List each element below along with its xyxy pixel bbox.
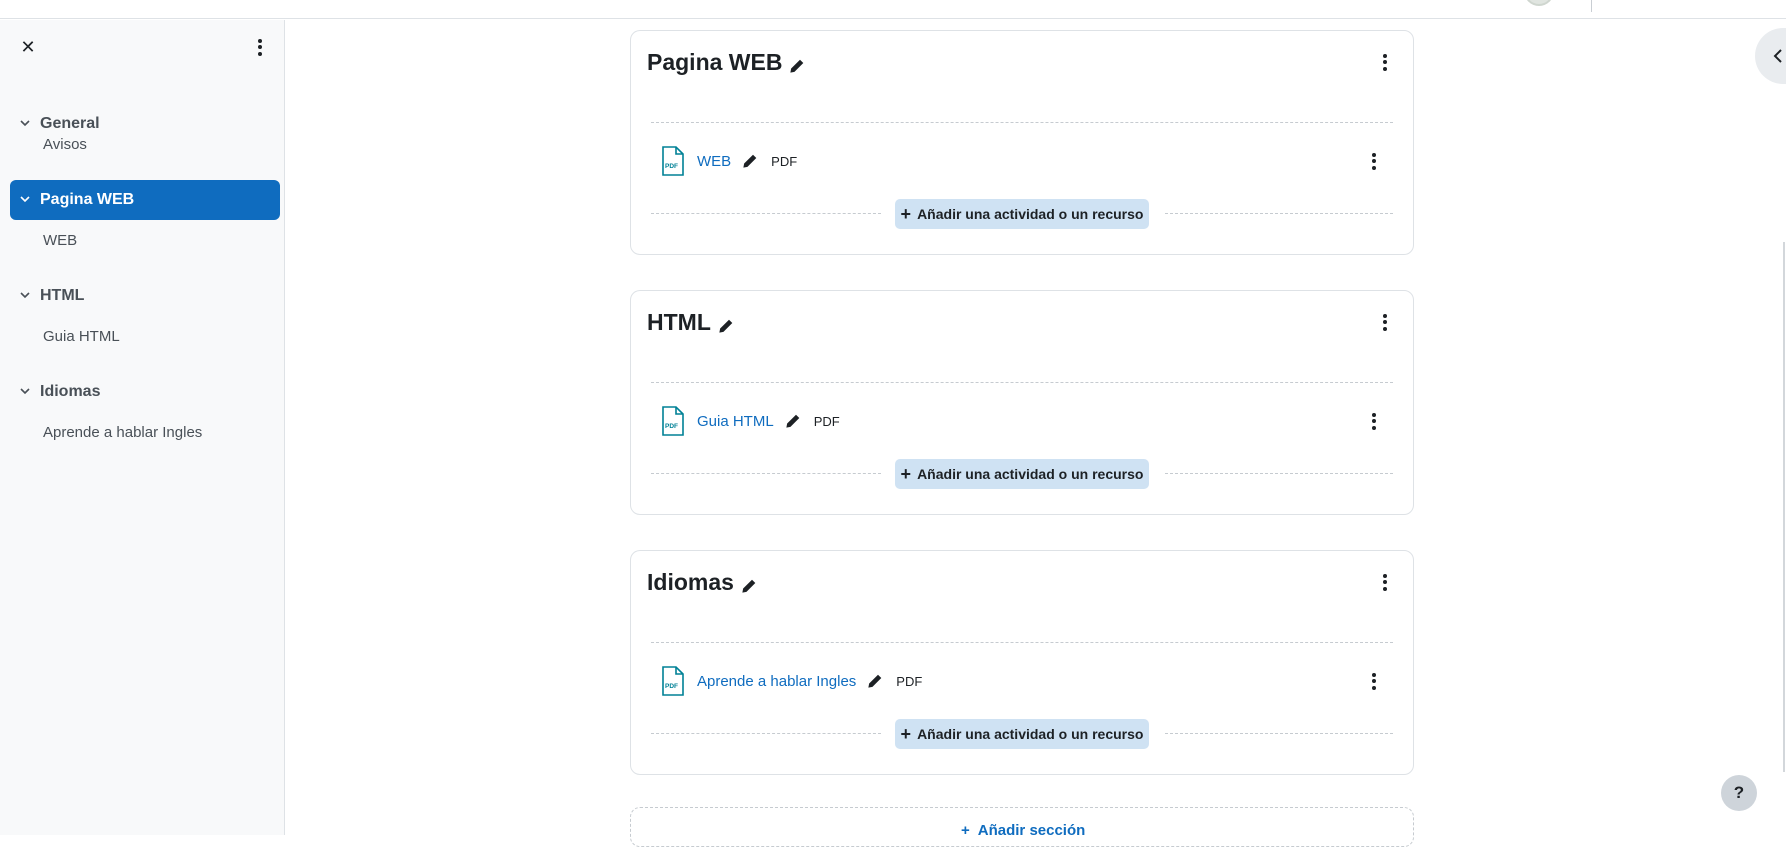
section-title-text: HTML [647, 309, 711, 335]
section-options-button[interactable] [1375, 571, 1395, 593]
edit-pencil-icon[interactable] [866, 672, 884, 690]
activity-link[interactable]: Guia HTML [697, 413, 774, 430]
section-divider [651, 642, 1393, 643]
pdf-file-icon: PDF [662, 146, 684, 176]
pdf-file-icon: PDF [662, 666, 684, 696]
section-title-text: Idiomas [647, 569, 734, 595]
top-navbar [0, 0, 1786, 19]
chevron-left-icon [1773, 49, 1782, 63]
course-item-aprende-ingles[interactable]: Aprende a hablar Ingles [43, 424, 202, 441]
course-item-web[interactable]: WEB [43, 232, 77, 249]
course-item-avisos[interactable]: Avisos [43, 136, 87, 153]
section-divider [651, 382, 1393, 383]
section-card-html: HTML PDF Guia HTML PDF + Añadir una acti… [630, 290, 1414, 515]
activity-link[interactable]: WEB [697, 153, 731, 170]
add-activity-label: Añadir una actividad o un recurso [917, 206, 1144, 222]
course-index-drawer: ✕ General Avisos Pagina WEB WEB HTML Gui… [0, 20, 285, 835]
course-section-label: HTML [40, 287, 85, 304]
activity-row: PDF Aprende a hablar Ingles PDF [661, 665, 922, 697]
course-section-idiomas[interactable]: Idiomas [10, 372, 280, 412]
course-section-label: Idiomas [40, 383, 101, 400]
activity-link[interactable]: Aprende a hablar Ingles [697, 673, 856, 690]
activity-type-label: PDF [771, 153, 798, 169]
add-divider-left [651, 213, 881, 214]
section-title: Pagina WEB [647, 49, 806, 76]
activity-type-label: PDF [896, 673, 923, 689]
course-item-guia-html[interactable]: Guia HTML [43, 328, 120, 345]
add-divider-right [1165, 473, 1393, 474]
navbar-divider [1591, 0, 1592, 12]
plus-icon: + [900, 724, 912, 744]
add-section-button[interactable]: + Añadir sección [630, 807, 1414, 847]
section-card-pagina-web: Pagina WEB PDF WEB PDF + Añadir una acti… [630, 30, 1414, 255]
section-divider [651, 122, 1393, 123]
edit-pencil-icon[interactable] [788, 54, 806, 73]
add-activity-label: Añadir una actividad o un recurso [917, 726, 1144, 742]
chevron-down-icon [10, 385, 40, 400]
chevron-down-icon [10, 117, 40, 132]
chevron-down-icon [10, 289, 40, 304]
add-activity-button[interactable]: + Añadir una actividad o un recurso [895, 459, 1149, 489]
edit-pencil-icon[interactable] [740, 574, 758, 593]
activity-row: PDF Guia HTML PDF [661, 405, 840, 437]
section-title-text: Pagina WEB [647, 49, 783, 75]
add-activity-button[interactable]: + Añadir una actividad o un recurso [895, 719, 1149, 749]
activity-type-label: PDF [813, 413, 840, 429]
course-section-html[interactable]: HTML [10, 276, 280, 316]
activity-options-button[interactable] [1364, 411, 1384, 431]
add-divider-right [1165, 733, 1393, 734]
edit-pencil-icon[interactable] [717, 314, 735, 333]
activity-row: PDF WEB PDF [661, 145, 797, 177]
edit-pencil-icon[interactable] [784, 412, 802, 430]
scrollbar[interactable] [1783, 242, 1785, 772]
svg-text:PDF: PDF [665, 423, 678, 430]
chevron-down-icon [10, 193, 40, 208]
plus-icon: + [900, 204, 912, 224]
add-activity-label: Añadir una actividad o un recurso [917, 466, 1144, 482]
open-block-drawer-button[interactable] [1755, 28, 1786, 84]
add-divider-right [1165, 213, 1393, 214]
svg-text:PDF: PDF [665, 683, 678, 690]
help-button[interactable]: ? [1721, 775, 1757, 811]
add-divider-left [651, 733, 881, 734]
plus-icon: + [961, 822, 970, 839]
user-avatar[interactable] [1524, 0, 1554, 6]
section-title: HTML [647, 309, 735, 336]
close-icon: ✕ [20, 37, 36, 57]
activity-options-button[interactable] [1364, 151, 1384, 171]
section-options-button[interactable] [1375, 311, 1395, 333]
pdf-file-icon: PDF [662, 406, 684, 436]
svg-text:PDF: PDF [665, 163, 678, 170]
course-section-label: Pagina WEB [40, 191, 135, 208]
add-activity-button[interactable]: + Añadir una actividad o un recurso [895, 199, 1149, 229]
section-card-idiomas: Idiomas PDF Aprende a hablar Ingles PDF … [630, 550, 1414, 775]
course-section-label: General [40, 115, 100, 132]
plus-icon: + [900, 464, 912, 484]
close-drawer-button[interactable]: ✕ [18, 37, 38, 57]
add-divider-left [651, 473, 881, 474]
add-section-label: Añadir sección [977, 822, 1086, 839]
drawer-options-button[interactable] [250, 37, 270, 57]
section-options-button[interactable] [1375, 51, 1395, 73]
course-section-pagina-web[interactable]: Pagina WEB [10, 180, 280, 220]
edit-pencil-icon[interactable] [741, 152, 759, 170]
activity-options-button[interactable] [1364, 671, 1384, 691]
section-title: Idiomas [647, 569, 758, 596]
